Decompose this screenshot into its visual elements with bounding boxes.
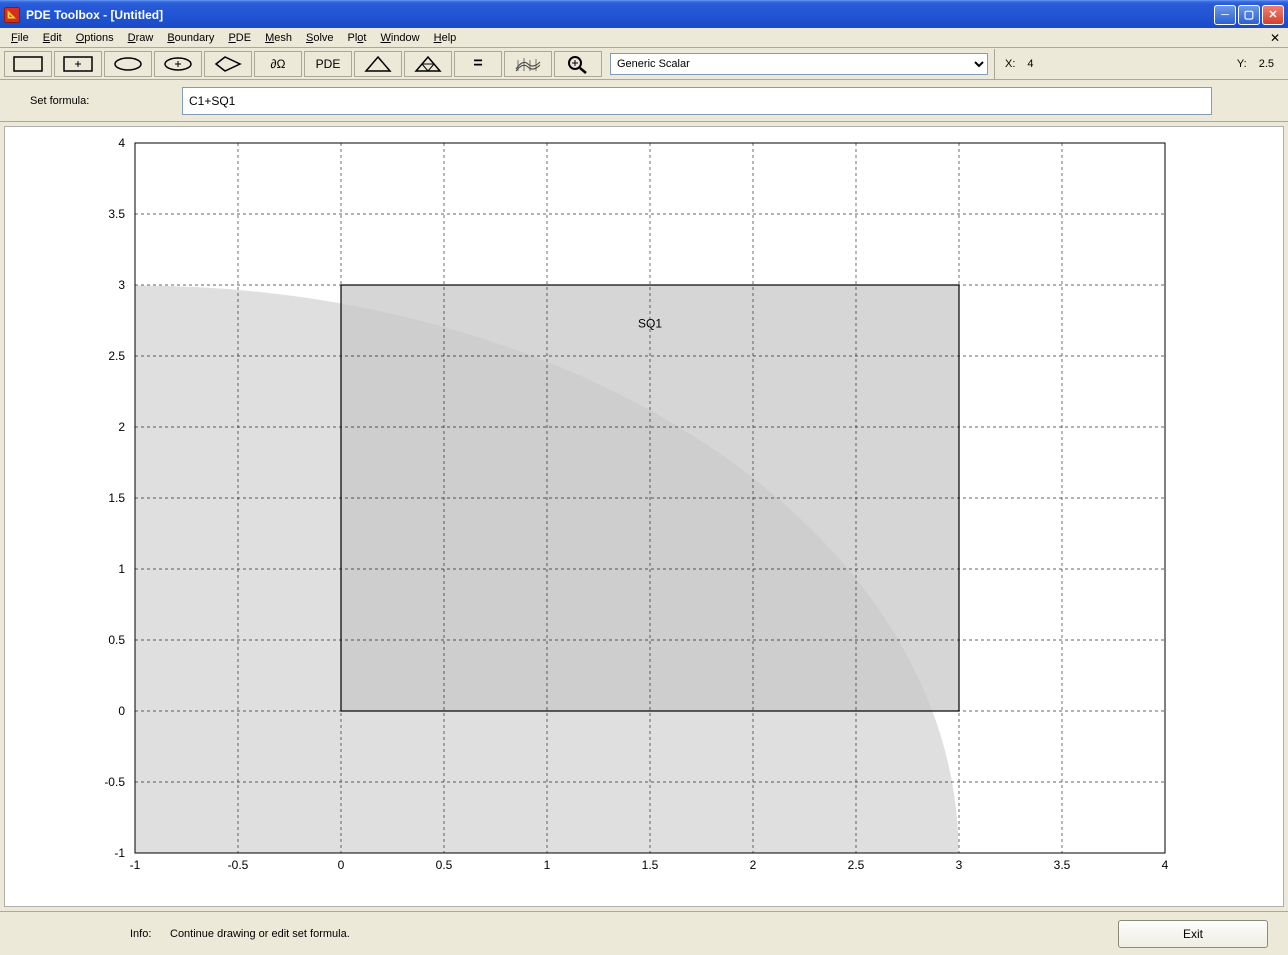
set-formula-label: Set formula: <box>12 95 182 107</box>
coord-y-value: 2.5 <box>1259 58 1274 70</box>
svg-text:-0.5: -0.5 <box>228 858 249 872</box>
status-bar: Info: Continue drawing or edit set formu… <box>0 911 1288 955</box>
window-title: PDE Toolbox - [Untitled] <box>26 8 1214 22</box>
draw-rectangle-center-button[interactable] <box>54 51 102 77</box>
svg-text:1: 1 <box>544 858 551 872</box>
application-mode-select-wrap: Generic Scalar <box>610 53 988 75</box>
polygon-icon <box>213 55 243 73</box>
svg-text:3.5: 3.5 <box>1054 858 1071 872</box>
solve-button[interactable]: = <box>454 51 502 77</box>
menu-options[interactable]: Options <box>69 30 121 46</box>
titlebar: 📐 PDE Toolbox - [Untitled] ─ ▢ ✕ <box>0 0 1288 28</box>
toolbar: ∂Ω PDE = Generic Scalar X: 4 <box>0 48 1288 80</box>
ellipse-plus-icon <box>163 56 193 72</box>
draw-ellipse-button[interactable] <box>104 51 152 77</box>
svg-text:-0.5: -0.5 <box>104 775 125 789</box>
ellipse-icon <box>113 56 143 72</box>
svg-text:2: 2 <box>750 858 757 872</box>
coord-y-label: Y: <box>1237 58 1247 70</box>
maximize-button[interactable]: ▢ <box>1238 5 1260 25</box>
mdi-close-button[interactable]: ✕ <box>1266 31 1284 45</box>
menu-plot[interactable]: Plot <box>341 30 374 46</box>
coord-x-value: 4 <box>1027 58 1033 70</box>
mesh-refine-button[interactable] <box>404 51 452 77</box>
surface-plot-icon <box>513 54 543 74</box>
draw-rectangle-button[interactable] <box>4 51 52 77</box>
window-controls: ─ ▢ ✕ <box>1214 5 1284 25</box>
svg-text:3.5: 3.5 <box>108 207 125 221</box>
coord-x-label: X: <box>1005 58 1015 70</box>
menu-help[interactable]: Help <box>427 30 464 46</box>
exit-button[interactable]: Exit <box>1118 920 1268 948</box>
svg-text:4: 4 <box>1162 858 1169 872</box>
matlab-icon: 📐 <box>4 7 20 23</box>
equals-icon: = <box>473 55 482 73</box>
set-formula-row: Set formula: <box>0 80 1288 122</box>
plot3d-button[interactable] <box>504 51 552 77</box>
svg-text:3: 3 <box>956 858 963 872</box>
zoom-button[interactable] <box>554 51 602 77</box>
pde-spec-button[interactable]: PDE <box>304 51 352 77</box>
svg-text:-1: -1 <box>114 846 125 860</box>
rectangle-plus-icon <box>63 56 93 72</box>
coordinate-readout: X: 4 Y: 2.5 <box>994 49 1284 79</box>
svg-text:1: 1 <box>118 562 125 576</box>
info-label: Info: <box>20 928 170 940</box>
plot-area[interactable]: SQ1-1-0.500.511.522.533.54-1-0.500.511.5… <box>4 126 1284 907</box>
boundary-icon: ∂Ω <box>271 57 286 71</box>
mesh-init-button[interactable] <box>354 51 402 77</box>
svg-text:2.5: 2.5 <box>108 349 125 363</box>
svg-text:1.5: 1.5 <box>642 858 659 872</box>
zoom-icon <box>566 54 590 74</box>
svg-text:0: 0 <box>338 858 345 872</box>
mesh-refine-icon <box>413 55 443 73</box>
menu-boundary[interactable]: Boundary <box>160 30 221 46</box>
menu-mesh[interactable]: Mesh <box>258 30 299 46</box>
svg-text:0: 0 <box>118 704 125 718</box>
svg-text:-1: -1 <box>130 858 141 872</box>
svg-text:4: 4 <box>118 136 125 150</box>
menu-edit[interactable]: Edit <box>36 30 69 46</box>
menu-window[interactable]: Window <box>373 30 426 46</box>
set-formula-input[interactable] <box>182 87 1212 115</box>
draw-ellipse-center-button[interactable] <box>154 51 202 77</box>
application-mode-select[interactable]: Generic Scalar <box>610 53 988 75</box>
svg-text:2: 2 <box>118 420 125 434</box>
pde-label: PDE <box>316 57 341 71</box>
menu-solve[interactable]: Solve <box>299 30 341 46</box>
svg-text:1.5: 1.5 <box>108 491 125 505</box>
menu-draw[interactable]: Draw <box>121 30 161 46</box>
plot-canvas: SQ1-1-0.500.511.522.533.54-1-0.500.511.5… <box>75 133 1195 893</box>
mesh-triangle-icon <box>363 55 393 73</box>
info-text: Continue drawing or edit set formula. <box>170 928 1118 940</box>
minimize-button[interactable]: ─ <box>1214 5 1236 25</box>
svg-text:0.5: 0.5 <box>436 858 453 872</box>
close-button[interactable]: ✕ <box>1262 5 1284 25</box>
boundary-mode-button[interactable]: ∂Ω <box>254 51 302 77</box>
svg-text:2.5: 2.5 <box>848 858 865 872</box>
draw-polygon-button[interactable] <box>204 51 252 77</box>
svg-text:3: 3 <box>118 278 125 292</box>
rectangle-icon <box>13 56 43 72</box>
menu-file[interactable]: File <box>4 30 36 46</box>
menubar: File Edit Options Draw Boundary PDE Mesh… <box>0 28 1288 48</box>
menu-pde[interactable]: PDE <box>221 30 258 46</box>
svg-text:0.5: 0.5 <box>108 633 125 647</box>
